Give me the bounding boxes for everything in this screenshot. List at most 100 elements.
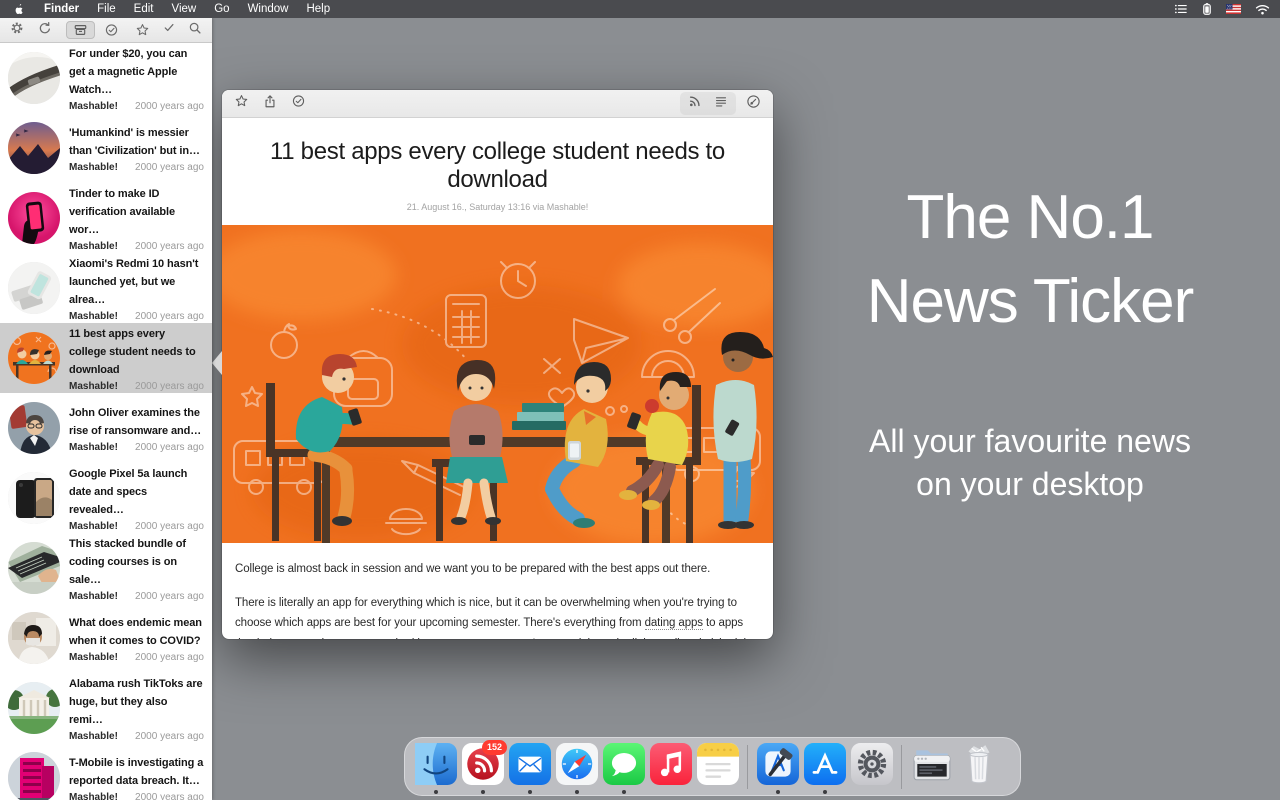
notification-list-icon[interactable] — [1174, 3, 1188, 15]
article-paragraph-2: There is literally an app for everything… — [235, 593, 760, 639]
wifi-icon[interactable] — [1255, 4, 1270, 15]
settings-gear-icon[interactable] — [10, 21, 24, 40]
running-indicator — [434, 790, 438, 794]
news-time: 2000 years ago — [135, 731, 204, 742]
dock-safari[interactable] — [553, 743, 600, 795]
wallpaper-tagline: All your favourite news on your desktop — [815, 420, 1245, 506]
dock-minimized-window[interactable] — [908, 743, 955, 795]
dock-news-ticker[interactable]: 152 — [459, 743, 506, 795]
menu-finder[interactable]: Finder — [35, 0, 88, 18]
news-title: What does endemic mean when it comes to … — [69, 617, 202, 647]
news-source: Mashable! — [69, 241, 118, 252]
sidebar-toolbar — [0, 18, 212, 43]
running-indicator — [776, 790, 780, 794]
news-title: Alabama rush TikToks are huge, but they … — [69, 678, 203, 726]
dock-mail[interactable] — [506, 743, 553, 795]
reader-lines-icon[interactable] — [714, 95, 728, 113]
checkmark-icon[interactable] — [162, 21, 176, 39]
dock-notes[interactable] — [694, 743, 741, 795]
article-toolbar — [222, 90, 773, 118]
star-icon[interactable] — [128, 21, 157, 39]
article-hero-image — [222, 225, 773, 543]
news-item-tinder[interactable]: Tinder to make ID verification available… — [0, 183, 212, 253]
news-item-covid[interactable]: What does endemic mean when it comes to … — [0, 603, 212, 673]
article-window: 11 best apps every college student needs… — [222, 90, 773, 639]
news-title: Google Pixel 5a launch date and specs re… — [69, 468, 187, 516]
news-title: This stacked bundle of coding courses is… — [69, 538, 186, 586]
news-title: Tinder to make ID verification available… — [69, 188, 175, 236]
news-source: Mashable! — [69, 792, 118, 800]
check-circle-icon[interactable] — [97, 21, 126, 39]
news-title: For under $20, you can get a magnetic Ap… — [69, 48, 187, 96]
news-time: 2000 years ago — [135, 381, 204, 392]
news-item-alabama[interactable]: Alabama rush TikToks are huge, but they … — [0, 673, 212, 743]
running-indicator — [481, 790, 485, 794]
popover-arrow — [212, 351, 222, 375]
tinder-phone-photo — [8, 192, 60, 244]
article-title: 11 best apps every college student needs… — [250, 138, 745, 193]
news-item-humankind[interactable]: 'Humankind' is messier than 'Civilizatio… — [0, 113, 212, 183]
tmobile-building-photo — [8, 752, 60, 800]
news-title: 11 best apps every college student needs… — [69, 328, 196, 376]
menu-help[interactable]: Help — [297, 0, 339, 18]
search-icon[interactable] — [188, 21, 202, 40]
game-landscape-photo — [8, 122, 60, 174]
xiaomi-phones-photo — [8, 262, 60, 314]
news-time: 2000 years ago — [135, 241, 204, 252]
running-indicator — [575, 790, 579, 794]
running-indicator — [622, 790, 626, 794]
rss-icon[interactable] — [688, 94, 702, 113]
pixel-phone-photo — [8, 472, 60, 524]
news-item-xiaomi[interactable]: Xiaomi's Redmi 10 hasn't launched yet, b… — [0, 253, 212, 323]
john-oliver-photo — [8, 402, 60, 454]
headline-line2: News Ticker — [815, 260, 1245, 344]
news-time: 2000 years ago — [135, 792, 204, 800]
desktop: { "menu_bar": { "apple_menu_icon": "appl… — [0, 0, 1280, 800]
dock-finder[interactable] — [412, 743, 459, 795]
menu-edit[interactable]: Edit — [125, 0, 163, 18]
news-item-apple-watch[interactable]: For under $20, you can get a magnetic Ap… — [0, 43, 212, 113]
us-flag-icon[interactable] — [1226, 4, 1241, 14]
dock-music[interactable] — [647, 743, 694, 795]
check-circle-icon[interactable] — [291, 94, 306, 113]
menu-view[interactable]: View — [163, 0, 206, 18]
star-icon[interactable] — [234, 94, 249, 113]
dock-app-store[interactable] — [801, 743, 848, 795]
news-item-college-apps[interactable]: 11 best apps every college student needs… — [0, 323, 212, 393]
tagline-line2: on your desktop — [815, 463, 1245, 506]
news-item-john-oliver[interactable]: John Oliver examines the rise of ransomw… — [0, 393, 212, 463]
laptop-coding-photo — [8, 542, 60, 594]
running-indicator — [528, 790, 532, 794]
wallpaper-headline: The No.1 News Ticker — [815, 176, 1245, 345]
news-source: Mashable! — [69, 162, 118, 173]
running-indicator — [823, 790, 827, 794]
news-item-tmobile[interactable]: T-Mobile is investigating a reported dat… — [0, 743, 212, 800]
dock-xcode[interactable] — [754, 743, 801, 795]
dock-system-preferences[interactable] — [848, 743, 895, 795]
dock-messages[interactable] — [600, 743, 647, 795]
news-time: 2000 years ago — [135, 442, 204, 453]
news-time: 2000 years ago — [135, 521, 204, 532]
share-icon[interactable] — [263, 94, 277, 114]
alabama-building-photo — [8, 682, 60, 734]
news-title: T-Mobile is investigating a reported dat… — [69, 757, 203, 787]
news-source: Mashable! — [69, 591, 118, 602]
news-time: 2000 years ago — [135, 591, 204, 602]
tagline-line1: All your favourite news — [815, 420, 1245, 463]
notification-badge: 152 — [482, 740, 507, 755]
apple-logo-icon[interactable] — [0, 2, 35, 17]
dating-apps-link[interactable]: dating apps — [645, 617, 703, 630]
news-title: Xiaomi's Redmi 10 hasn't launched yet, b… — [69, 258, 198, 306]
news-item-coding[interactable]: This stacked bundle of coding courses is… — [0, 533, 212, 603]
refresh-icon[interactable] — [38, 21, 52, 40]
article-paragraph-1: College is almost back in session and we… — [235, 559, 760, 579]
menu-go[interactable]: Go — [205, 0, 238, 18]
archive-box-icon[interactable] — [66, 21, 95, 39]
battery-icon[interactable] — [1202, 2, 1212, 16]
menu-window[interactable]: Window — [239, 0, 298, 18]
dock-trash[interactable] — [955, 743, 1002, 795]
news-source: Mashable! — [69, 521, 118, 532]
menu-file[interactable]: File — [88, 0, 125, 18]
news-item-pixel[interactable]: Google Pixel 5a launch date and specs re… — [0, 463, 212, 533]
open-in-browser-icon[interactable] — [746, 94, 761, 114]
